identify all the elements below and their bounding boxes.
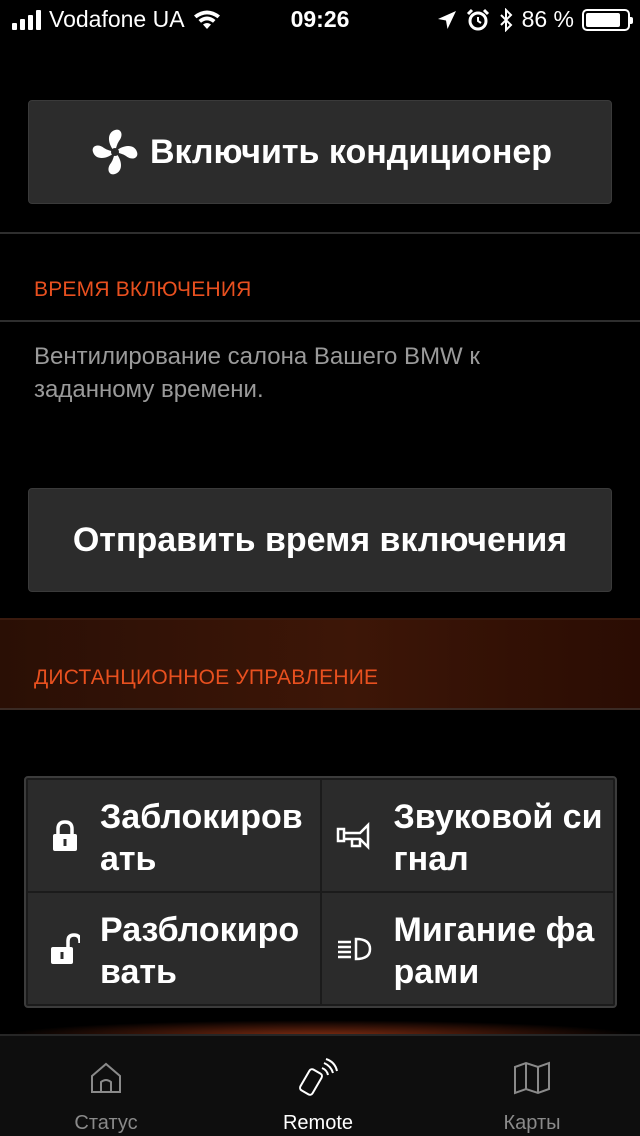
battery-fill xyxy=(586,12,621,27)
divider xyxy=(0,320,640,322)
screen: Vodafone UA 09:26 86 % Включить кондицио… xyxy=(0,0,640,1136)
unlock-icon xyxy=(51,932,80,964)
horn-button-label: Звуковой сигнал xyxy=(393,798,603,878)
headlight-icon xyxy=(337,937,371,960)
tab-status[interactable]: Статус xyxy=(6,1036,206,1136)
ac-on-button[interactable]: Включить кондиционер xyxy=(28,100,612,204)
remote-section-header: ДИСТАНЦИОННОЕ УПРАВЛЕНИЕ xyxy=(0,618,640,710)
remote-key-icon xyxy=(299,1058,338,1096)
timer-section-title: ВРЕМЯ ВКЛЮЧЕНИЯ xyxy=(34,278,252,301)
tab-remote[interactable]: Remote xyxy=(218,1036,418,1136)
lock-button[interactable]: Заблокировать xyxy=(28,780,320,891)
flash-lights-button[interactable]: Мигание фарами xyxy=(321,893,613,1004)
divider xyxy=(0,232,640,234)
map-icon xyxy=(514,1061,550,1095)
tab-remote-label: Remote xyxy=(282,1112,354,1134)
battery-icon xyxy=(582,8,633,31)
unlock-button-label: Разблокировать xyxy=(100,911,300,991)
horn-button[interactable]: Звуковой сигнал xyxy=(321,780,613,891)
location-icon xyxy=(437,10,456,29)
status-bar-right: 86 % xyxy=(436,6,633,33)
battery-percent: 86 % xyxy=(521,6,574,32)
send-timer-button-label: Отправить время включения xyxy=(72,520,568,559)
send-timer-button[interactable]: Отправить время включения xyxy=(28,488,612,592)
remote-section-title: ДИСТАНЦИОННОЕ УПРАВЛЕНИЕ xyxy=(34,666,379,689)
tab-maps[interactable]: Карты xyxy=(432,1036,632,1136)
lock-icon xyxy=(53,819,77,851)
tab-maps-label: Карты xyxy=(503,1112,561,1134)
home-icon xyxy=(91,1062,121,1093)
remote-actions-grid: Заблокировать Звуковой сигнал Разблокиро… xyxy=(24,776,617,1008)
status-bar: Vodafone UA 09:26 86 % xyxy=(0,0,640,40)
lock-button-label: Заблокировать xyxy=(100,798,303,878)
tab-bar: Статус Remote Карты xyxy=(0,1034,640,1136)
alarm-icon xyxy=(466,8,489,30)
tab-status-label: Статус xyxy=(74,1112,138,1134)
fan-icon xyxy=(92,129,138,175)
unlock-button[interactable]: Разблокировать xyxy=(28,893,320,1004)
ac-on-button-label: Включить кондиционер xyxy=(149,132,553,171)
timer-description: Вентилирование салона Вашего BMW к задан… xyxy=(34,343,480,403)
flash-lights-button-label: Мигание фарами xyxy=(393,911,595,991)
bluetooth-icon xyxy=(499,7,512,32)
horn-icon xyxy=(336,821,369,850)
